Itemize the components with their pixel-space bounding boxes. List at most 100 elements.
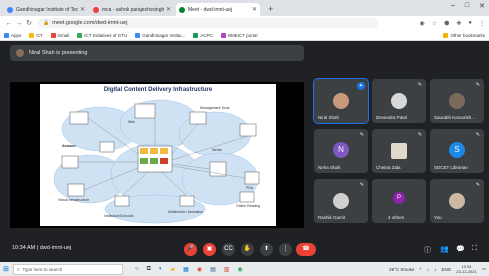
participant-tile[interactable]: S ✎ SDCET Librarian [430,129,484,173]
tab-close-icon[interactable]: ✕ [80,6,85,13]
participant-tile[interactable]: ✎ Rashik Gamit [314,179,368,223]
presenter-text: Niral Shah is presenting [29,50,88,56]
windows-start-icon[interactable]: ⊞ [3,265,13,273]
chrome-alt-icon[interactable]: ◉ [237,266,242,273]
extension-icon[interactable]: ⬢ [444,20,449,27]
file-explorer-icon[interactable]: ▰ [171,266,176,273]
other-bookmarks[interactable]: Other bookmarks [443,32,485,38]
participant-tile[interactable]: N ✎ Neha Shah [314,129,368,173]
participant-avatar [391,93,407,109]
tab-gandhinagar[interactable]: Gandhinagar Institute of Techno ✕ [4,3,88,16]
bookmark-ict[interactable]: ICT Initiatives of GTU [77,32,127,38]
forward-icon[interactable]: → [14,20,24,27]
people-icon[interactable]: 👥 [440,245,449,253]
bookmark-apps[interactable]: Apps [4,32,22,38]
chrome-icon[interactable]: ◉ [197,266,202,273]
network-icon[interactable]: ⌂ [427,267,430,272]
bookmark-icon [220,32,226,38]
minimize-icon[interactable]: – [451,2,455,10]
end-call-icon[interactable]: ☎ [296,243,316,256]
tray-chevron-icon[interactable]: ^ [419,267,421,272]
bookmarks-bar: Apps GT Gmail ICT Initiatives of GTU Gan… [0,30,489,41]
participant-name: Saurabh Karsonkh... [434,115,476,120]
taskbar-search[interactable]: ⌕ Type here to search [13,263,123,275]
notification-icon[interactable]: ▭ [482,266,486,272]
participant-tile[interactable]: ✦ Niral Shah [313,78,369,124]
shared-slide: Digital Content Delivery Infrastructure [40,84,276,226]
participant-initial: P [393,192,405,204]
tab-close-icon[interactable]: ✕ [252,6,257,13]
participant-tile[interactable]: ✎ You [430,179,484,223]
clock-date: 23-12-2021 [456,269,477,274]
weather-text[interactable]: 29°C Smoke [389,267,414,272]
participant-tile[interactable]: ✎ Chetna Zala [372,129,426,173]
clock[interactable]: 10:34 23-12-2021 [456,264,476,274]
bookmark-label: NMEICT portal [227,32,258,38]
tab-meet[interactable]: Meet - dwd-imnt-uej ✕ [176,3,260,16]
slide-label: Virtual infrastructure [58,198,90,202]
participant-avatar [391,143,407,159]
profile-icon[interactable]: ● [468,20,472,27]
edge-icon[interactable]: ◐ [159,266,163,273]
reload-icon[interactable]: ↻ [24,19,34,27]
participant-avatar [449,193,465,209]
more-options-icon[interactable]: ⋮ [279,243,292,256]
slide-label: Institution/School/s [104,214,134,218]
word-icon[interactable]: ▤ [210,266,216,273]
meeting-controls-bar: 10:34 AM | dwd-imnt-uej 🎤 ▣ CC ✋ ⬆ ⋮ ☎ ⓘ… [0,238,489,260]
tab-strip: Gandhinagar Institute of Techno ✕ mca - … [0,0,489,16]
bookmark-label: Apps [11,32,22,38]
tab-mca[interactable]: mca - ashok parajeshvsingh.s ✕ [90,3,174,16]
bookmark-label: GT [36,32,43,38]
volume-icon[interactable]: ♪ [434,267,436,272]
participant-tile[interactable]: ✎ Saurabh Karsonkh... [430,79,484,123]
presenter-avatar [16,49,24,57]
mic-off-icon: ✎ [417,82,422,88]
search-placeholder: Type here to search [22,266,63,272]
captions-icon[interactable]: CC [222,243,235,256]
language-indicator[interactable]: ENG [442,267,452,272]
participant-initial: S [449,142,465,158]
meeting-code: dwd-imnt-uej [39,245,72,251]
bookmark-gmail[interactable]: Gmail [50,32,69,38]
bookmark-nmeict[interactable]: NMEICT portal [220,32,258,38]
star-icon[interactable]: ☆ [432,20,437,27]
activities-icon[interactable]: ⛶ [472,245,477,253]
tab-label: Gandhinagar Institute of Techno [16,6,78,13]
bookmark-gandhinagar[interactable]: Gandhinagar Institu... [135,32,185,38]
store-icon[interactable]: ▦ [183,266,189,273]
presenter-banner: Niral Shah is presenting [10,45,304,61]
participant-name: Devendra Patel [376,115,408,120]
tab-label: Meet - dwd-imnt-uej [188,6,233,13]
participant-tile[interactable]: ✎ Devendra Patel [372,79,426,123]
presentation-area[interactable]: Digital Content Delivery Infrastructure [10,82,304,228]
bookmark-label: Other bookmarks [450,32,485,38]
tab-label: mca - ashok parajeshvsingh.s [102,6,164,13]
bookmark-gt[interactable]: GT [29,32,43,38]
cortana-icon[interactable]: ○ [135,266,139,273]
url-field[interactable]: 🔒 meet.google.com/dwd-imnt-uej [38,18,378,28]
pin-icon[interactable]: ✦ [357,82,365,90]
powerpoint-icon[interactable]: ▥ [224,266,230,273]
slide-label: Multimedia / Animation [168,210,204,214]
puzzle-icon[interactable]: ✚ [456,20,461,27]
camera-permission-icon[interactable]: ◉ [419,20,424,27]
present-icon[interactable]: ⬆ [260,243,273,256]
back-icon[interactable]: ← [4,20,14,27]
new-tab-button[interactable]: + [268,4,273,14]
participant-tile[interactable]: P 4 others [372,179,426,223]
bookmark-acpc[interactable]: ACPC [193,32,213,38]
task-view-icon[interactable]: ⧉ [147,266,151,273]
close-window-icon[interactable]: ✕ [479,2,485,10]
raise-hand-icon[interactable]: ✋ [241,243,254,256]
mic-toggle-icon[interactable]: 🎤 [184,243,197,256]
camera-toggle-icon[interactable]: ▣ [203,243,216,256]
info-icon[interactable]: ⓘ [424,245,431,255]
menu-icon[interactable]: ⋮ [479,20,485,27]
address-bar: ← → ↻ 🔒 meet.google.com/dwd-imnt-uej ◉ ☆… [0,16,489,30]
maximize-icon[interactable]: □ [465,2,469,10]
chat-icon[interactable]: 💬 [456,245,465,253]
tab-favicon-icon [7,6,13,13]
tab-close-icon[interactable]: ✕ [166,6,171,13]
mic-off-icon: ✎ [475,182,480,188]
